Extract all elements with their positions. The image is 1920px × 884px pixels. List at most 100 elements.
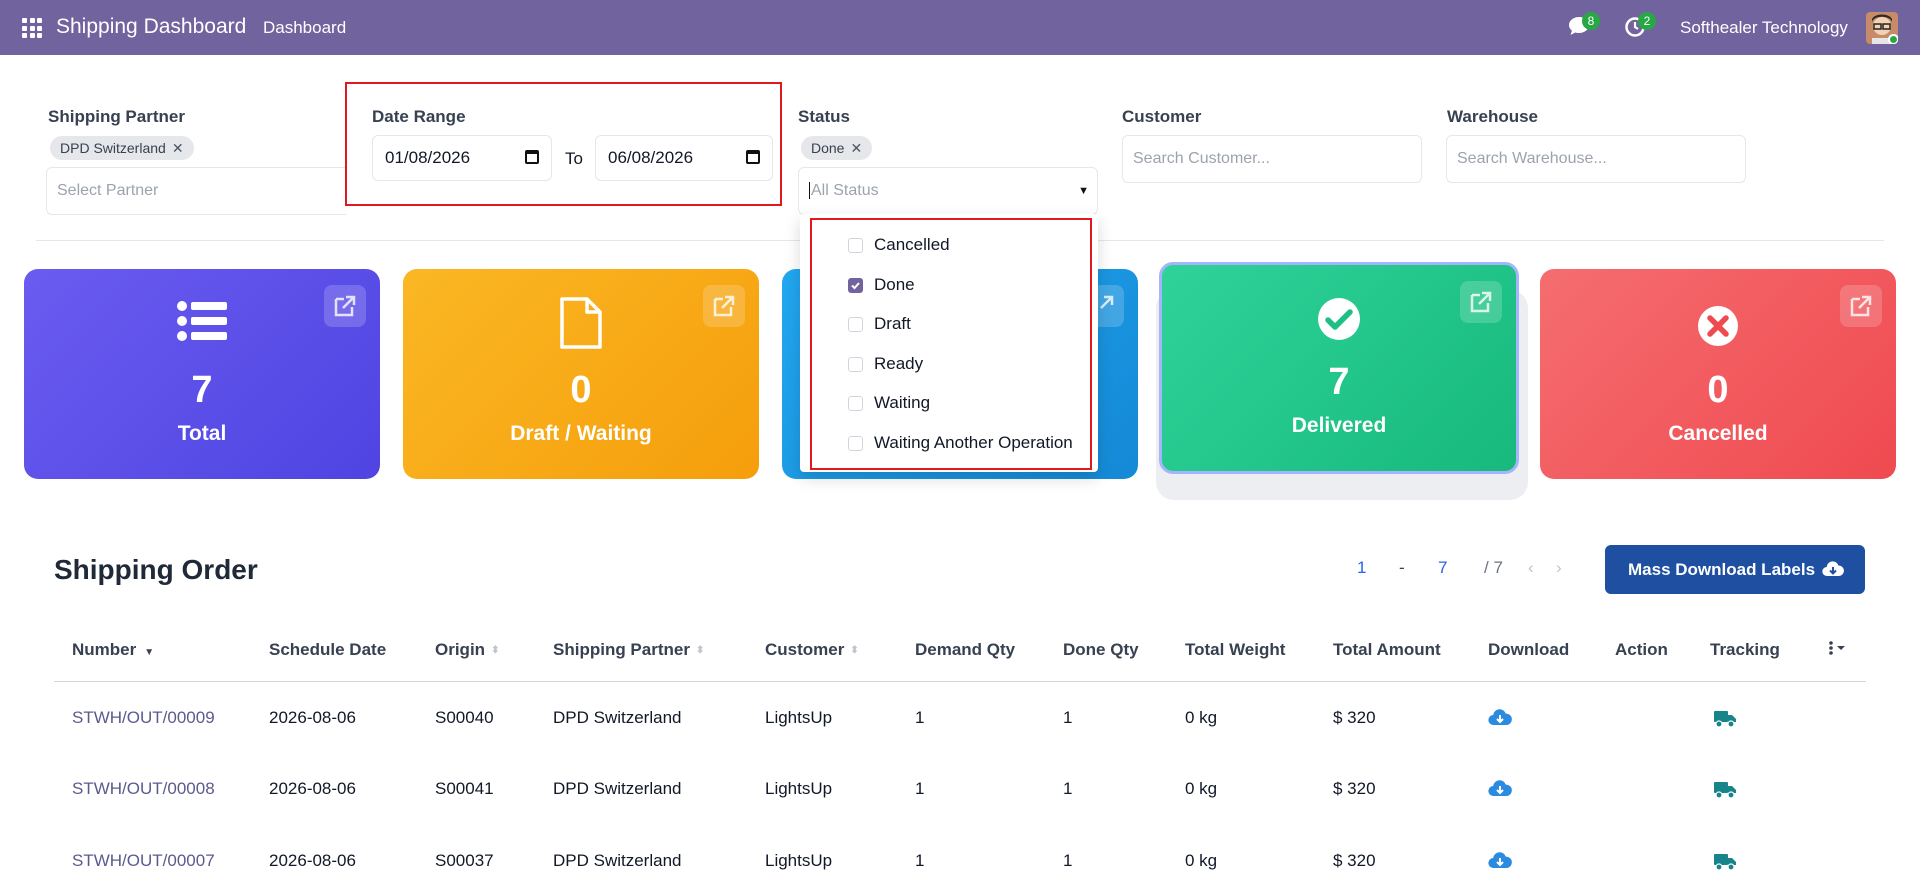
external-link-icon[interactable] xyxy=(703,285,745,327)
checkbox[interactable] xyxy=(848,238,863,253)
checkbox[interactable] xyxy=(848,317,863,332)
col-label: Number xyxy=(72,640,137,659)
cloud-download-icon[interactable] xyxy=(1488,779,1512,804)
next-page-icon[interactable]: › xyxy=(1556,558,1562,578)
card-draft-value: 0 xyxy=(570,369,592,411)
checkbox[interactable] xyxy=(848,436,863,451)
order-number-link[interactable]: STWH/OUT/00007 xyxy=(72,851,215,871)
col-label: Shipping Partner xyxy=(553,640,690,659)
truck-icon[interactable] xyxy=(1713,780,1737,804)
status-option-draft[interactable]: Draft xyxy=(848,311,911,337)
option-label: Done xyxy=(874,275,915,294)
activity-icon[interactable]: 2 xyxy=(1624,12,1656,40)
warehouse-search-input[interactable]: Search Warehouse... xyxy=(1446,135,1746,183)
mass-download-label: Mass Download Labels xyxy=(1628,560,1816,579)
app-title[interactable]: Shipping Dashboard xyxy=(56,15,246,39)
checkbox-checked[interactable] xyxy=(848,278,863,293)
list-icon xyxy=(177,301,227,346)
user-avatar[interactable] xyxy=(1866,12,1898,44)
card-delivered[interactable]: 7 Delivered xyxy=(1159,262,1519,474)
col-done-qty[interactable]: Done Qty xyxy=(1063,640,1139,660)
date-from-input[interactable]: 01/08/2026 xyxy=(372,135,552,181)
card-cancelled[interactable]: 0 Cancelled xyxy=(1540,269,1896,479)
order-number-link[interactable]: STWH/OUT/00009 xyxy=(72,708,215,728)
cell-origin: S00040 xyxy=(435,708,494,727)
pager-start[interactable]: 1 xyxy=(1357,558,1366,578)
cell-amount: $ 320 xyxy=(1333,708,1376,727)
top-navbar: Shipping Dashboard Dashboard 8 2 Softhea… xyxy=(0,0,1920,55)
sort-desc-icon[interactable]: ▼ xyxy=(144,647,154,658)
cloud-download-icon[interactable] xyxy=(1488,851,1512,876)
messages-icon[interactable]: 8 xyxy=(1568,12,1600,38)
status-placeholder: All Status xyxy=(809,182,879,199)
sort-icon[interactable]: ⬍ xyxy=(696,645,704,656)
cell-date: 2026-08-06 xyxy=(269,708,356,727)
cell-weight: 0 kg xyxy=(1185,708,1218,727)
checkbox[interactable] xyxy=(848,357,863,372)
cell-date: 2026-08-06 xyxy=(269,779,356,798)
chevron-down-icon[interactable]: ▼ xyxy=(1078,168,1089,214)
sort-icon[interactable]: ⬍ xyxy=(491,645,499,656)
cell-demand: 1 xyxy=(915,779,925,798)
col-schedule-date[interactable]: Schedule Date xyxy=(269,640,386,660)
truck-icon[interactable] xyxy=(1713,852,1737,876)
cell-demand: 1 xyxy=(915,708,925,727)
customer-search-input[interactable]: Search Customer... xyxy=(1122,135,1422,183)
pager-end[interactable]: 7 xyxy=(1438,558,1447,578)
cell-demand: 1 xyxy=(915,851,925,870)
col-origin[interactable]: Origin ⬍ xyxy=(435,640,499,660)
remove-status-icon[interactable]: ✕ xyxy=(850,140,862,156)
cloud-download-icon xyxy=(1822,561,1844,577)
col-total-weight[interactable]: Total Weight xyxy=(1185,640,1285,660)
partner-select-input[interactable]: Select Partner xyxy=(46,167,346,215)
truck-icon[interactable] xyxy=(1713,709,1737,733)
card-total-label: Total xyxy=(177,422,227,445)
date-to-value: 06/08/2026 xyxy=(608,148,694,167)
messages-badge: 8 xyxy=(1582,12,1600,30)
status-option-waiting-another[interactable]: Waiting Another Operation xyxy=(848,430,1073,456)
col-customer[interactable]: Customer ⬍ xyxy=(765,640,859,660)
col-label: Origin xyxy=(435,640,486,659)
cloud-download-icon[interactable] xyxy=(1488,708,1512,733)
col-shipping-partner[interactable]: Shipping Partner ⬍ xyxy=(553,640,704,660)
partner-tag[interactable]: DPD Switzerland ✕ xyxy=(50,136,194,160)
cell-date: 2026-08-06 xyxy=(269,851,356,870)
card-delivered-value: 7 xyxy=(1328,361,1350,403)
cell-done: 1 xyxy=(1063,779,1073,798)
menu-dashboard[interactable]: Dashboard xyxy=(263,18,346,38)
calendar-icon[interactable] xyxy=(746,150,760,164)
date-to-label: To xyxy=(565,149,583,168)
column-settings-icon[interactable] xyxy=(1828,640,1848,661)
mass-download-button[interactable]: Mass Download Labels xyxy=(1605,545,1865,594)
apps-menu-icon[interactable] xyxy=(22,18,42,38)
card-total[interactable]: 7 Total xyxy=(24,269,380,479)
date-from-value: 01/08/2026 xyxy=(385,148,471,167)
calendar-icon[interactable] xyxy=(525,150,539,164)
status-option-done[interactable]: Done xyxy=(848,272,915,298)
checkbox[interactable] xyxy=(848,396,863,411)
cell-done: 1 xyxy=(1063,851,1073,870)
card-draft-waiting[interactable]: 0 Draft / Waiting xyxy=(403,269,759,479)
status-option-ready[interactable]: Ready xyxy=(848,351,923,377)
sort-icon[interactable]: ⬍ xyxy=(850,645,858,656)
date-to-input[interactable]: 06/08/2026 xyxy=(595,135,773,181)
card-delivered-label: Delivered xyxy=(1291,414,1387,437)
col-demand-qty[interactable]: Demand Qty xyxy=(915,640,1015,660)
company-name[interactable]: Softhealer Technology xyxy=(1680,18,1848,38)
prev-page-icon[interactable]: ‹ xyxy=(1528,558,1534,578)
remove-partner-icon[interactable]: ✕ xyxy=(172,140,184,156)
partner-label: Shipping Partner xyxy=(48,107,185,126)
col-number[interactable]: Number ▼ xyxy=(72,640,154,660)
date-range-label: Date Range xyxy=(372,107,466,126)
status-tag[interactable]: Done ✕ xyxy=(801,136,873,160)
status-option-cancelled[interactable]: Cancelled xyxy=(848,232,950,258)
col-total-amount[interactable]: Total Amount xyxy=(1333,640,1441,660)
status-option-waiting[interactable]: Waiting xyxy=(848,390,930,416)
external-link-icon[interactable] xyxy=(1460,281,1502,323)
external-link-icon[interactable] xyxy=(324,285,366,327)
external-link-icon[interactable] xyxy=(1840,285,1882,327)
option-label: Cancelled xyxy=(874,235,950,254)
cell-customer: LightsUp xyxy=(765,851,833,870)
order-number-link[interactable]: STWH/OUT/00008 xyxy=(72,779,215,799)
status-select-input[interactable]: All Status ▼ xyxy=(798,167,1098,215)
